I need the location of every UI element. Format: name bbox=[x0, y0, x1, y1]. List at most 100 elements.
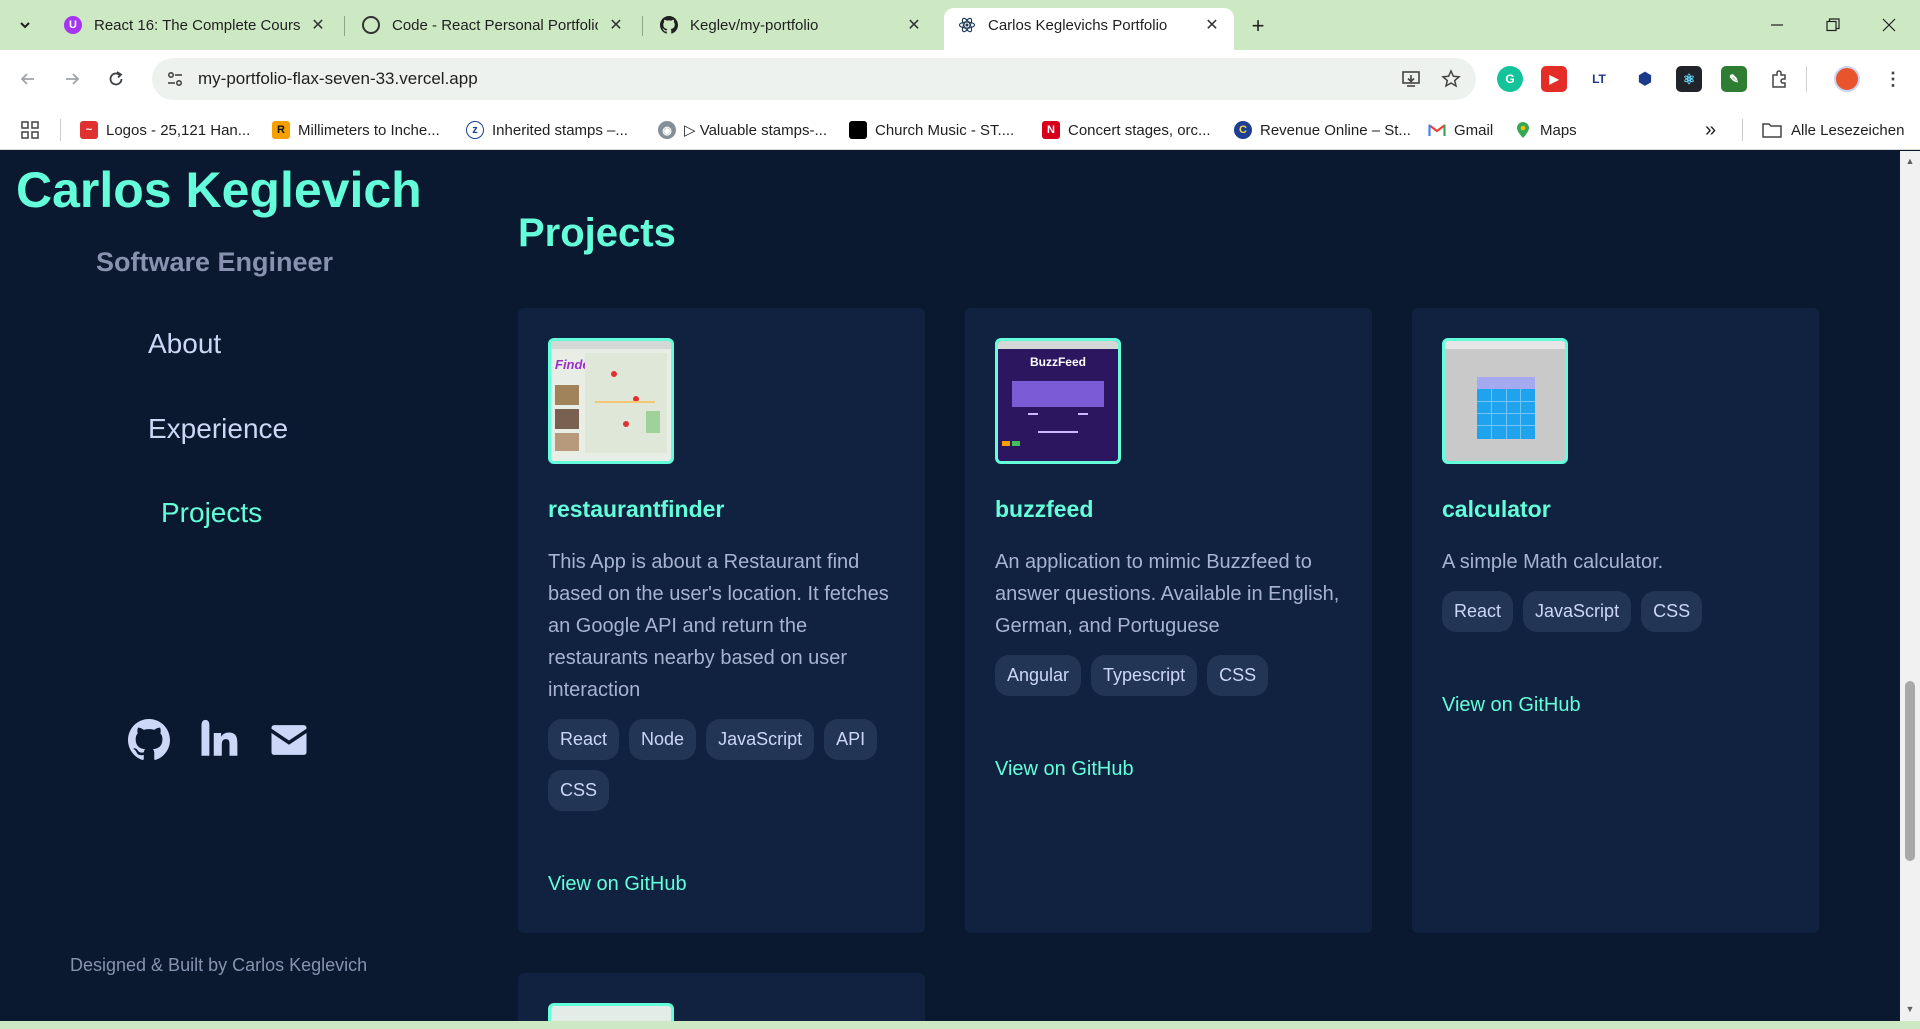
close-icon[interactable]: ✕ bbox=[1202, 15, 1222, 35]
scroll-up-icon[interactable]: ▲ bbox=[1904, 155, 1916, 167]
tech-tag: CSS bbox=[1641, 591, 1703, 632]
bookmarks-overflow-button[interactable]: » bbox=[1705, 119, 1716, 141]
bookmark-church-music[interactable]: Church Music - ST.... bbox=[849, 119, 1014, 141]
restore-button[interactable] bbox=[1810, 8, 1856, 42]
close-icon[interactable]: ✕ bbox=[308, 15, 328, 35]
bookmark-valuable-stamps[interactable]: ◉ ▷ Valuable stamps-... bbox=[658, 119, 827, 141]
bookmark-maps[interactable]: Maps bbox=[1514, 119, 1577, 141]
bookmark-millimeters[interactable]: R Millimeters to Inche... bbox=[272, 119, 440, 141]
owner-name: Carlos Keglevich bbox=[16, 162, 422, 218]
bookmark-revenue-online[interactable]: C Revenue Online – St... bbox=[1234, 119, 1411, 141]
forward-button[interactable] bbox=[56, 63, 88, 95]
extensions-puzzle-icon[interactable] bbox=[1766, 66, 1792, 92]
bookmark-concert-stages[interactable]: N Concert stages, orc... bbox=[1042, 119, 1211, 141]
bookmark-label: Inherited stamps –... bbox=[492, 121, 628, 139]
minimize-button[interactable] bbox=[1754, 8, 1800, 42]
nav-experience[interactable]: Experience bbox=[148, 413, 288, 445]
thumbnail-text: BuzzFeed bbox=[1029, 355, 1086, 369]
bookmark-label: Logos - 25,121 Han... bbox=[106, 121, 251, 139]
project-thumbnail[interactable]: BuzzFeed bbox=[995, 338, 1121, 464]
linguatools-extension-icon[interactable]: LT bbox=[1586, 66, 1612, 92]
bookmark-label: Alle Lesezeichen bbox=[1791, 121, 1905, 139]
tab-title: Code - React Personal Portfolio bbox=[392, 16, 598, 34]
project-title: calculator bbox=[1442, 496, 1551, 522]
project-tags: React Node JavaScript API CSS bbox=[548, 719, 908, 811]
tech-tag: Typescript bbox=[1091, 655, 1198, 696]
github-icon[interactable] bbox=[128, 719, 170, 761]
site-info-icon[interactable] bbox=[162, 66, 188, 92]
browser-menu-icon[interactable]: ⋮ bbox=[1880, 66, 1906, 92]
scrollbar-thumb[interactable] bbox=[1905, 681, 1915, 861]
project-card-buzzfeed: BuzzFeed buzzfeed An application to mimi… bbox=[965, 308, 1372, 933]
react-devtools-icon[interactable]: ⚛ bbox=[1676, 66, 1702, 92]
gmail-icon bbox=[1428, 121, 1446, 139]
tab-search-button[interactable] bbox=[8, 12, 42, 38]
tech-tag: React bbox=[548, 719, 620, 760]
tab-code-portfolio[interactable]: Code - React Personal Portfolio ✕ bbox=[348, 8, 638, 42]
project-thumbnail[interactable] bbox=[548, 1003, 674, 1021]
bookmark-label: Maps bbox=[1540, 121, 1577, 139]
scroll-down-icon[interactable]: ▼ bbox=[1904, 1003, 1916, 1015]
bookmarks-divider bbox=[1742, 119, 1743, 141]
all-bookmarks-button[interactable]: Alle Lesezeichen bbox=[1762, 119, 1904, 141]
chevron-down-icon bbox=[20, 22, 30, 29]
owner-role: Software Engineer bbox=[96, 247, 334, 277]
apps-grid-icon[interactable] bbox=[20, 119, 40, 141]
church-music-icon bbox=[849, 121, 867, 139]
tech-tag: CSS bbox=[548, 770, 610, 811]
shield-extension-icon[interactable]: ⬢ bbox=[1632, 66, 1658, 92]
tab-portfolio-active[interactable]: Carlos Keglevichs Portfolio ✕ bbox=[944, 8, 1234, 50]
tech-tag: React bbox=[1442, 591, 1514, 632]
reload-button[interactable] bbox=[100, 63, 132, 95]
chatgpt-favicon-icon bbox=[362, 16, 380, 34]
portfolio-page: Carlos Keglevich Software Engineer About… bbox=[0, 151, 1920, 1021]
toolbar-divider bbox=[1806, 66, 1807, 92]
github-link[interactable]: View on GitHub bbox=[995, 758, 1134, 781]
tab-react-course[interactable]: U React 16: The Complete Course ✕ bbox=[50, 8, 340, 42]
close-icon bbox=[1882, 18, 1896, 32]
tech-tag: API bbox=[824, 719, 878, 760]
project-thumbnail[interactable] bbox=[1442, 338, 1568, 464]
bookmark-gmail[interactable]: Gmail bbox=[1428, 119, 1493, 141]
page-scrollbar[interactable]: ▲ ▼ bbox=[1900, 151, 1920, 1021]
close-icon[interactable]: ✕ bbox=[904, 15, 924, 35]
close-icon[interactable]: ✕ bbox=[606, 15, 626, 35]
project-thumbnail[interactable]: Finder bbox=[548, 338, 674, 464]
github-link[interactable]: View on GitHub bbox=[1442, 694, 1581, 717]
github-favicon-icon bbox=[660, 16, 678, 34]
linkedin-icon[interactable] bbox=[198, 719, 240, 761]
tech-tag: CSS bbox=[1207, 655, 1269, 696]
profile-avatar[interactable] bbox=[1834, 66, 1860, 92]
bookmark-star-icon[interactable] bbox=[1436, 64, 1466, 94]
window-bottom-edge bbox=[0, 1021, 1920, 1029]
mail-icon[interactable] bbox=[268, 719, 310, 761]
nav-projects[interactable]: Projects bbox=[161, 497, 262, 529]
youtube-extension-icon[interactable]: ▶ bbox=[1541, 66, 1567, 92]
nav-about[interactable]: About bbox=[148, 328, 221, 360]
grammarly-icon[interactable]: G bbox=[1497, 66, 1523, 92]
tab-divider bbox=[344, 16, 345, 36]
url-text: my-portfolio-flax-seven-33.vercel.app bbox=[198, 69, 478, 88]
close-window-button[interactable] bbox=[1866, 8, 1912, 42]
back-button[interactable] bbox=[12, 63, 44, 95]
tab-github-repo[interactable]: Keglev/my-portfolio ✕ bbox=[646, 8, 936, 42]
github-link[interactable]: View on GitHub bbox=[548, 873, 687, 896]
project-description: A simple Math calculator. bbox=[1442, 551, 1664, 573]
chili-icon: ~ bbox=[80, 121, 98, 139]
tab-divider bbox=[642, 16, 643, 36]
bookmark-inherited-stamps[interactable]: z Inherited stamps –... bbox=[466, 119, 628, 141]
bookmark-label: Revenue Online – St... bbox=[1260, 121, 1411, 139]
maps-pin-icon bbox=[1514, 121, 1532, 139]
bookmark-logos[interactable]: ~ Logos - 25,121 Han... bbox=[80, 119, 250, 141]
project-title: buzzfeed bbox=[995, 496, 1094, 522]
globe-icon: ◉ bbox=[658, 121, 676, 139]
pen-extension-icon[interactable]: ✎ bbox=[1721, 66, 1747, 92]
tab-strip: U React 16: The Complete Course ✕ Code -… bbox=[0, 0, 1920, 50]
tab-title: React 16: The Complete Course bbox=[94, 16, 300, 34]
restore-icon bbox=[1826, 18, 1840, 32]
install-app-icon[interactable] bbox=[1396, 64, 1426, 94]
minimize-icon bbox=[1771, 24, 1783, 26]
new-tab-button[interactable]: + bbox=[1244, 12, 1272, 40]
tech-tag: JavaScript bbox=[706, 719, 815, 760]
address-bar[interactable]: my-portfolio-flax-seven-33.vercel.app bbox=[152, 58, 1476, 100]
